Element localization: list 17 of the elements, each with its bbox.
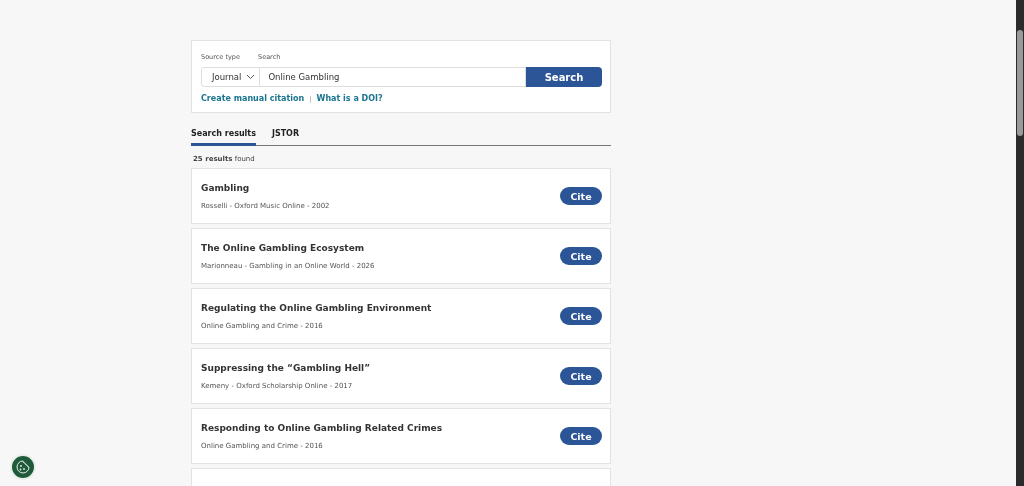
- result-title: Suppressing the “Gambling Hell”: [201, 362, 372, 373]
- cite-button[interactable]: Cite: [560, 307, 602, 325]
- search-button[interactable]: Search: [526, 67, 602, 87]
- manual-citation-link[interactable]: Create manual citation: [201, 94, 305, 103]
- cite-button[interactable]: Cite: [560, 427, 602, 445]
- search-field[interactable]: Online Gambling: [260, 67, 526, 87]
- results-tab[interactable]: Search results: [191, 129, 256, 146]
- cite-button[interactable]: Cite: [560, 187, 602, 205]
- result-title: The Online Gambling Ecosystem: [201, 242, 366, 253]
- source-type-dropdown[interactable]: Journal: [201, 67, 261, 87]
- doi-link[interactable]: What is a DOI?: [316, 94, 383, 103]
- result-title: Responding to Online Gambling Related Crimes: [201, 422, 443, 433]
- cite-button[interactable]: Cite: [560, 367, 602, 385]
- result-title: Regulating the Online Gambling Environment: [201, 302, 433, 313]
- results-tab[interactable]: JSTOR: [271, 129, 300, 146]
- result-title: Gambling: [201, 182, 251, 193]
- cite-button[interactable]: Cite: [560, 247, 602, 265]
